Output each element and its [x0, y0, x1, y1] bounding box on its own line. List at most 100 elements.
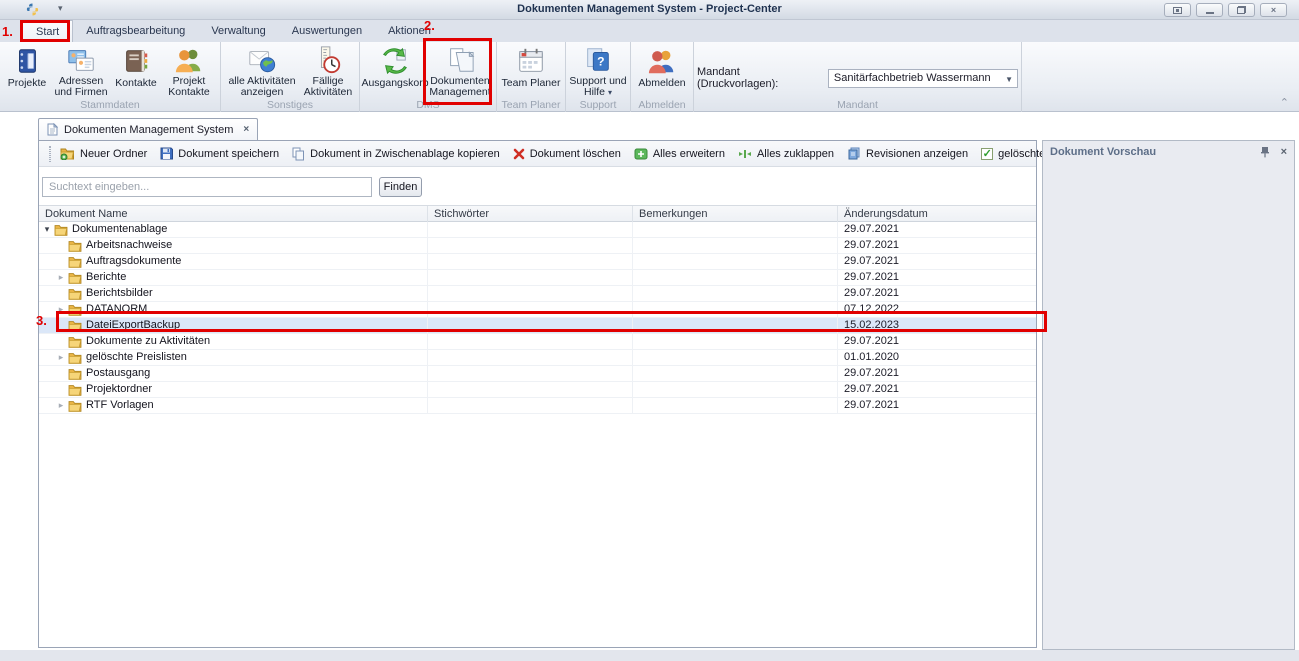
window-bottom-strip: [0, 650, 1299, 661]
row-bemerkungen: [633, 318, 838, 333]
dokument-kopieren-button[interactable]: Dokument in Zwischenablage kopieren: [292, 147, 500, 161]
ribbon-collapse-chevron-icon[interactable]: ⌃: [1280, 96, 1289, 109]
row-date: 29.07.2021: [838, 254, 1036, 269]
neuer-ordner-button[interactable]: Neuer Ordner: [60, 147, 147, 160]
table-row[interactable]: Arbeitsnachweise 29.07.2021: [39, 238, 1036, 254]
table-row[interactable]: ▸ RTF Vorlagen 29.07.2021: [39, 398, 1036, 414]
row-name: Dokumente zu Aktivitäten: [86, 334, 210, 349]
collapse-all-icon: [738, 148, 752, 160]
table-row[interactable]: ▸ gelöschte Preislisten 01.01.2020: [39, 350, 1036, 366]
expander-icon[interactable]: ▾: [41, 222, 53, 237]
column-header-aenderungsdatum[interactable]: Änderungsdatum: [838, 206, 1036, 222]
alle-aktivitaeten-anzeigen-button[interactable]: alle Aktivitäten anzeigen: [224, 42, 300, 98]
tab-verwaltung[interactable]: Verwaltung: [198, 20, 278, 42]
mandant-select[interactable]: Sanitärfachbetrieb Wassermann ▼: [828, 69, 1018, 88]
checkbox-checked-icon: ✓: [981, 148, 993, 160]
restore-icon: [1237, 6, 1246, 14]
table-row[interactable]: ▾ Dokumentenablage 29.07.2021: [39, 222, 1036, 238]
abmelden-icon: [647, 44, 677, 78]
column-header-stichwoerter[interactable]: Stichwörter: [428, 206, 633, 222]
alle-aktivitaeten-icon: [247, 44, 277, 76]
tab-auftragsbearbeitung[interactable]: Auftragsbearbeitung: [73, 20, 198, 42]
row-name: Postausgang: [86, 366, 150, 381]
row-bemerkungen: [633, 270, 838, 285]
document-icon: [47, 123, 58, 136]
projekte-icon: [12, 44, 42, 78]
table-row[interactable]: Dokumente zu Aktivitäten 29.07.2021: [39, 334, 1036, 350]
toolbar-grip[interactable]: [49, 146, 51, 162]
row-bemerkungen: [633, 254, 838, 269]
dokument-loeschen-button[interactable]: Dokument löschen: [513, 148, 621, 160]
expander-icon[interactable]: ▸: [55, 270, 67, 285]
revisions-icon: [847, 147, 861, 160]
projekte-button[interactable]: Projekte: [3, 42, 51, 98]
team-planer-button[interactable]: Team Planer: [500, 42, 562, 98]
ribbon-group-team-planer: Team Planer Team Planer: [497, 42, 566, 112]
window-title: Dokumenten Management System - Project-C…: [0, 3, 1299, 15]
tab-auswertungen[interactable]: Auswertungen: [279, 20, 375, 42]
document-tab-strip: Dokumenten Management System ×: [0, 118, 1299, 140]
restore-button[interactable]: [1228, 3, 1255, 17]
expander-icon[interactable]: ▸: [55, 398, 67, 413]
ribbon-group-mandant: Mandant (Druckvorlagen): Sanitärfachbetr…: [694, 42, 1022, 112]
table-row[interactable]: Berichtsbilder 29.07.2021: [39, 286, 1036, 302]
dokumenten-management-button[interactable]: Dokumenten Management: [427, 42, 493, 98]
table-row[interactable]: Auftragsdokumente 29.07.2021: [39, 254, 1036, 270]
search-input[interactable]: [42, 177, 372, 197]
support-und-hilfe-button[interactable]: ? Support und Hilfe ▾: [569, 42, 627, 98]
row-bemerkungen: [633, 350, 838, 365]
column-header-bemerkungen[interactable]: Bemerkungen: [633, 206, 838, 222]
faellige-aktivitaeten-button[interactable]: Fällige Aktivitäten: [300, 42, 356, 98]
faellige-aktivitaeten-icon: [313, 44, 343, 76]
row-bemerkungen: [633, 398, 838, 413]
folder-icon: [68, 400, 82, 412]
folder-icon: [68, 288, 82, 300]
annotation-label-2: 2.: [424, 18, 435, 33]
new-folder-icon: [60, 147, 75, 160]
ausgangskorb-button[interactable]: Ausgangskorb: [363, 42, 427, 98]
alles-zuklappen-button[interactable]: Alles zuklappen: [738, 148, 834, 160]
dokumenten-management-icon: [445, 44, 475, 76]
preview-close-icon[interactable]: ×: [1281, 146, 1287, 158]
minimize-button[interactable]: [1196, 3, 1223, 17]
alles-erweitern-button[interactable]: Alles erweitern: [634, 148, 725, 160]
abmelden-button[interactable]: Abmelden: [634, 42, 690, 98]
column-header-dokument-name[interactable]: Dokument Name: [39, 206, 428, 222]
group-label-support: Support: [566, 99, 630, 111]
kontakte-button[interactable]: Kontakte: [111, 42, 161, 98]
table-row[interactable]: DateiExportBackup 15.02.2023: [39, 318, 1036, 334]
table-row[interactable]: ▸ Berichte 29.07.2021: [39, 270, 1036, 286]
row-bemerkungen: [633, 222, 838, 237]
group-label-team-planer: Team Planer: [497, 99, 565, 111]
tab-start[interactable]: Start: [22, 20, 73, 42]
adressen-und-firmen-button[interactable]: Adressen und Firmen: [51, 42, 111, 98]
ribbon-group-sonstiges: alle Aktivitäten anzeigen Fällige Aktivi…: [221, 42, 360, 112]
preview-panel-header: Dokument Vorschau ×: [1043, 141, 1294, 163]
close-button[interactable]: ×: [1260, 3, 1287, 17]
dms-content-area: Neuer Ordner Dokument speichern Dokument…: [38, 140, 1037, 648]
support-und-hilfe-icon: ?: [583, 44, 613, 76]
row-stichwoerter: [428, 270, 633, 285]
expander-icon[interactable]: ▸: [55, 302, 67, 317]
expander-icon[interactable]: ▸: [55, 350, 67, 365]
find-button[interactable]: Finden: [379, 177, 422, 197]
row-bemerkungen: [633, 302, 838, 317]
row-stichwoerter: [428, 286, 633, 301]
preview-panel-title: Dokument Vorschau: [1050, 146, 1156, 158]
fullscreen-button[interactable]: [1164, 3, 1191, 17]
dokument-speichern-button[interactable]: Dokument speichern: [160, 147, 279, 160]
projekt-kontakte-button[interactable]: Projekt Kontakte: [161, 42, 217, 98]
revisionen-anzeigen-button[interactable]: Revisionen anzeigen: [847, 147, 968, 160]
document-table: Dokument Name Stichwörter Bemerkungen Än…: [39, 205, 1036, 414]
pin-icon[interactable]: [1261, 146, 1269, 158]
table-row[interactable]: ▸ DATANORM 07.12.2022: [39, 302, 1036, 318]
fullscreen-icon: [1173, 7, 1182, 14]
folder-icon: [68, 240, 82, 252]
tab-close-icon[interactable]: ×: [243, 124, 249, 135]
mandant-dropdown-arrow-icon: ▼: [1005, 75, 1013, 84]
table-row[interactable]: Postausgang 29.07.2021: [39, 366, 1036, 382]
table-row[interactable]: Projektordner 29.07.2021: [39, 382, 1036, 398]
row-stichwoerter: [428, 398, 633, 413]
kontakte-icon: [121, 44, 151, 78]
document-tab[interactable]: Dokumenten Management System ×: [38, 118, 258, 140]
